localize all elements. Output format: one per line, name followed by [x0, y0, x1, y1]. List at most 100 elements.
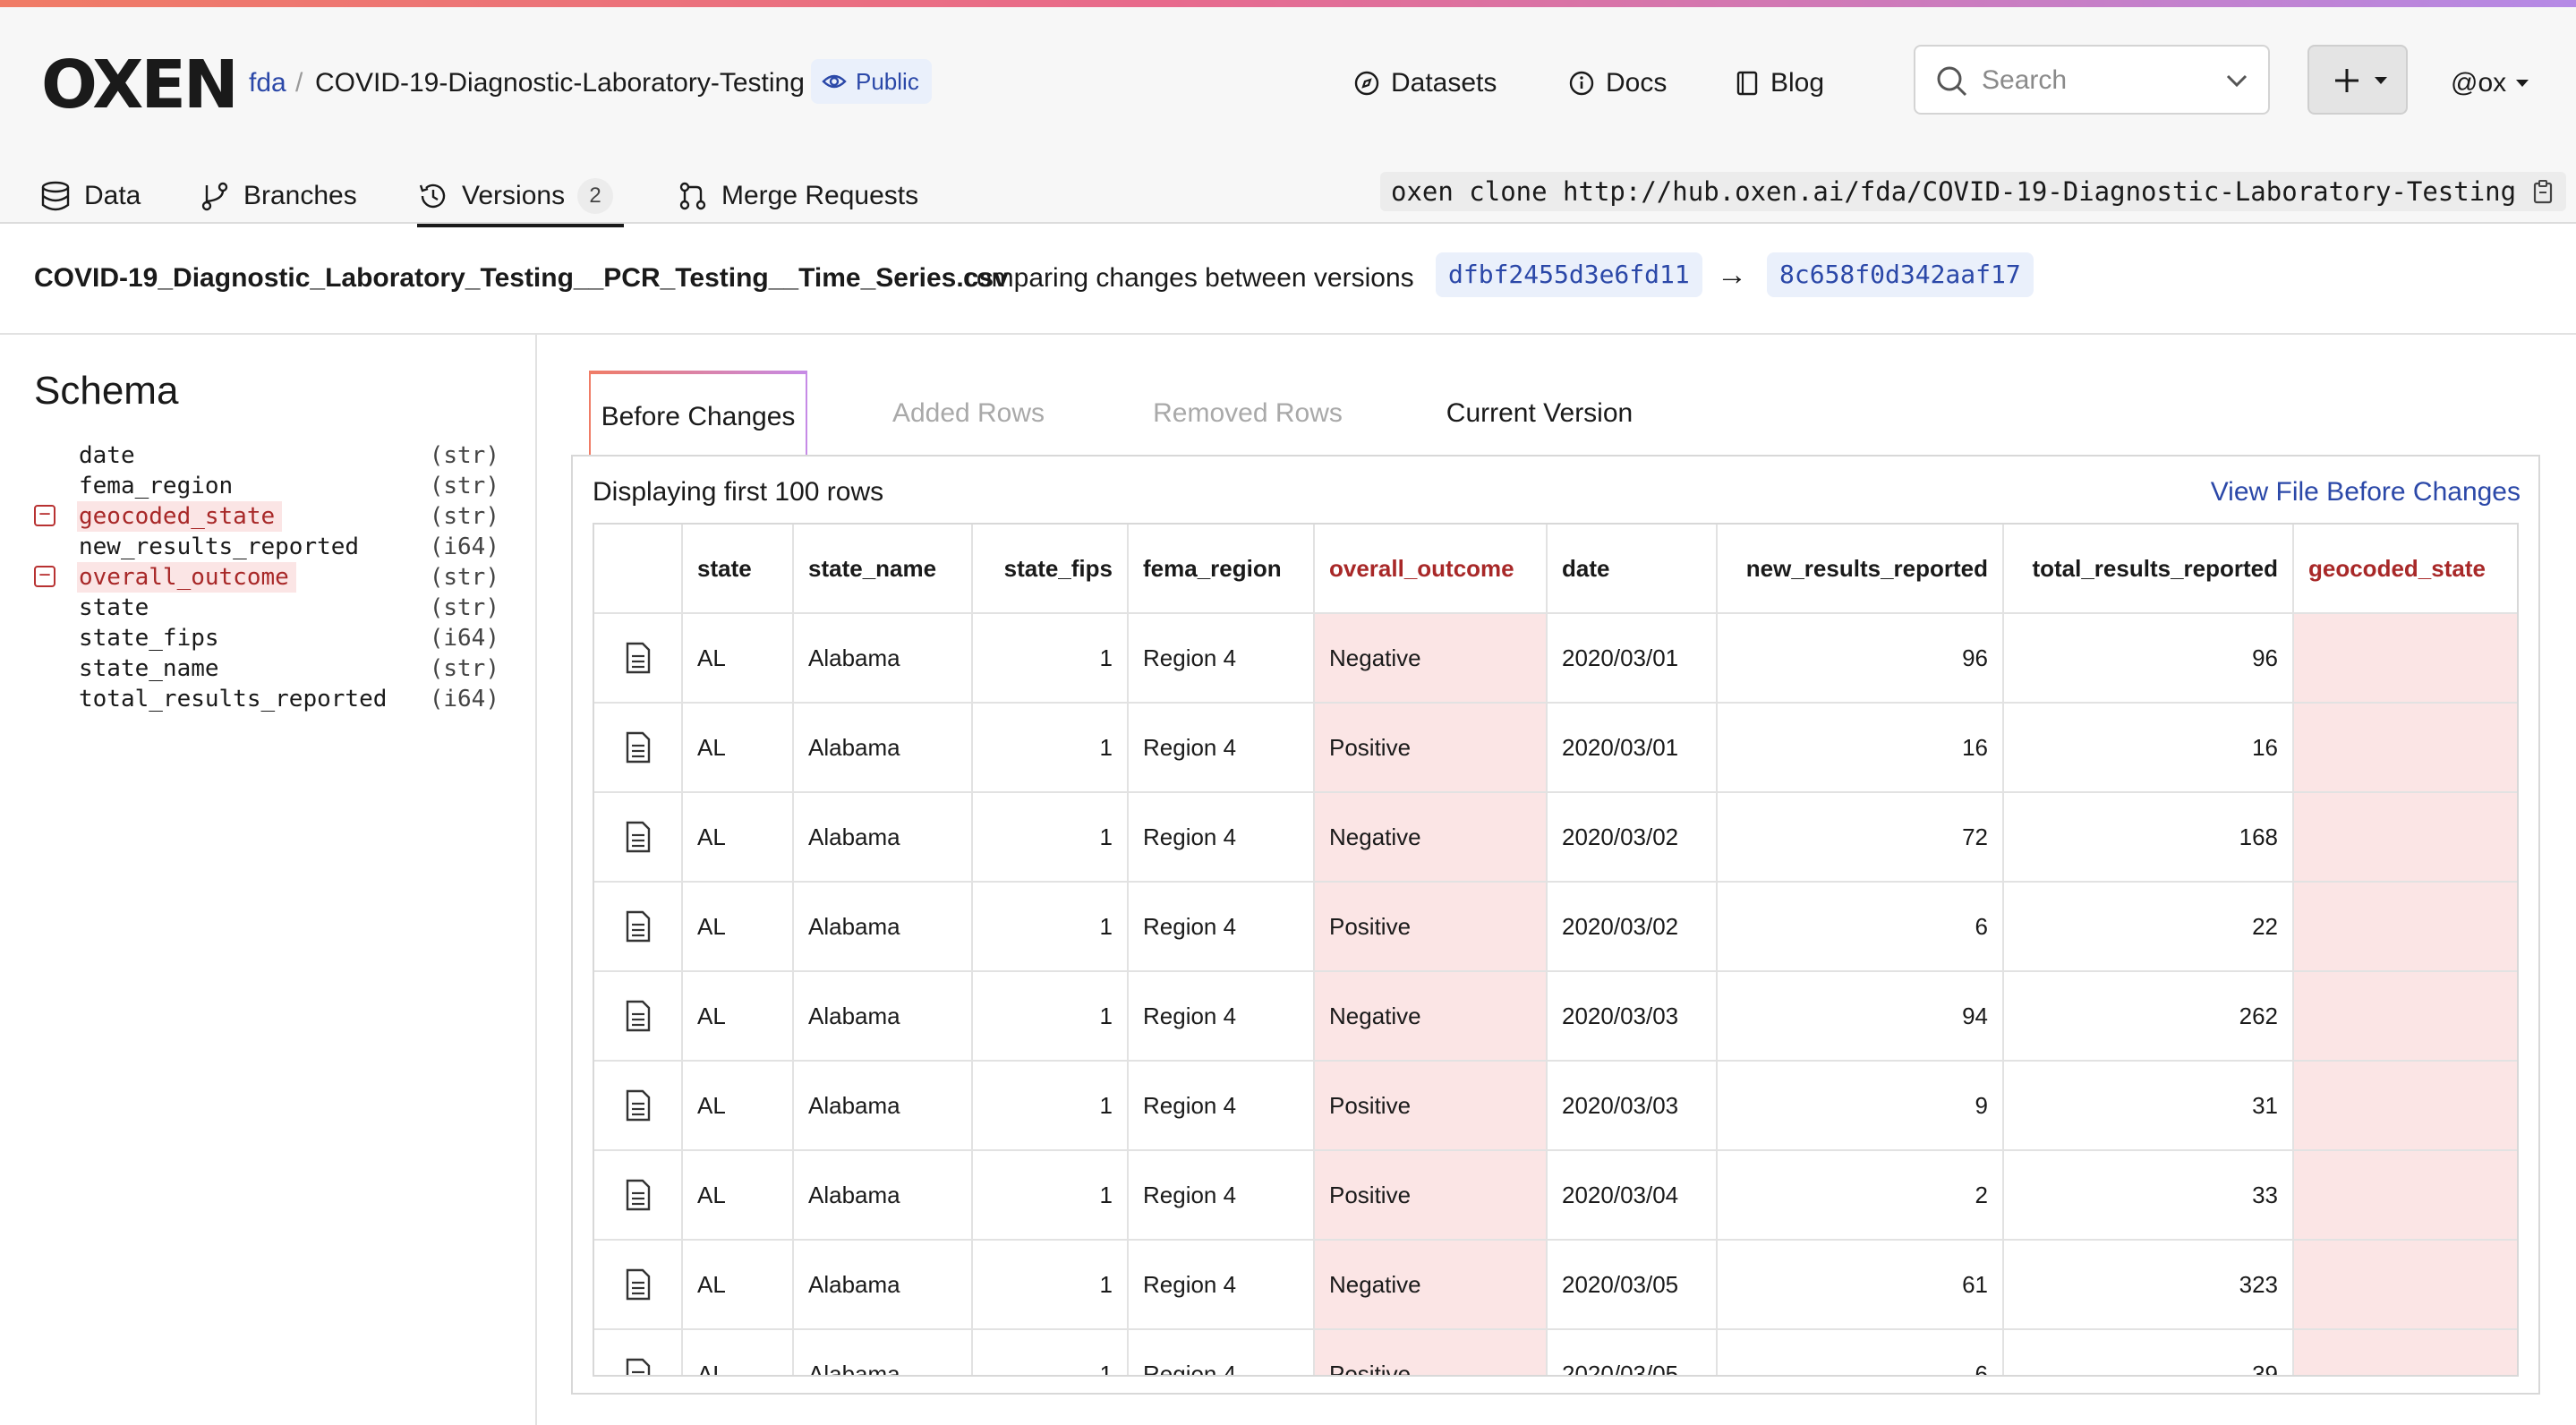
row-detail-cell[interactable] [594, 1061, 683, 1151]
table-row[interactable]: AL Alabama 1 Region 4 Positive 2020/03/05 6 39 [594, 1329, 2517, 1377]
table-cell: 1 [972, 613, 1129, 704]
document-icon[interactable] [625, 910, 652, 943]
nav-blog-label: Blog [1770, 68, 1825, 98]
table-row[interactable]: AL Alabama 1 Region 4 Negative 2020/03/01 96 96 [594, 613, 2517, 704]
table-cell: AL [682, 792, 794, 883]
view-file-before-link[interactable]: View File Before Changes [2211, 473, 2521, 512]
column-header: date [1547, 525, 1718, 614]
table-header-row: state state_name state_fips fema_region over… [594, 525, 2517, 614]
chevron-down-icon[interactable] [2225, 72, 2248, 90]
document-icon[interactable] [625, 1179, 652, 1211]
table-row[interactable]: AL Alabama 1 Region 4 Positive 2020/03/01 16 16 [594, 703, 2517, 793]
table-row[interactable]: AL Alabama 1 Region 4 Negative 2020/03/05 61 32… [594, 1240, 2517, 1330]
create-new-button[interactable] [2307, 45, 2408, 115]
tab-removed-rows[interactable]: Removed Rows [1106, 371, 1389, 457]
table-cell: 2020/03/02 [1547, 792, 1718, 883]
document-icon[interactable] [625, 642, 652, 674]
row-detail-cell[interactable] [594, 1150, 683, 1241]
schema-field-name: new_results_reported [79, 533, 360, 560]
breadcrumb-repo[interactable]: COVID-19-Diagnostic-Laboratory-Testing [315, 64, 805, 102]
table-cell: Region 4 [1128, 1061, 1315, 1151]
schema-field-name: date [79, 442, 135, 469]
from-commit-link[interactable]: dfbf2455d3e6fd11 [1436, 252, 1702, 297]
schema-field-type: (i64) [429, 686, 499, 712]
column-header: overall_outcome [1314, 525, 1548, 614]
row-detail-cell[interactable] [594, 613, 683, 704]
tab-current-version[interactable]: Current Version [1405, 371, 1674, 457]
table-row[interactable]: AL Alabama 1 Region 4 Positive 2020/03/02 6 22 [594, 882, 2517, 972]
schema-field-type: (str) [429, 655, 499, 682]
document-icon[interactable] [625, 1268, 652, 1301]
table-panel: Displaying first 100 rows View File Befo… [571, 455, 2540, 1395]
row-detail-cell[interactable] [594, 703, 683, 793]
tab-added-rows[interactable]: Added Rows [849, 371, 1088, 457]
nav-datasets[interactable]: Datasets [1353, 64, 1497, 102]
tab-branches-label: Branches [243, 181, 357, 210]
arrow-right-icon: → [1717, 258, 1747, 292]
table-cell: Alabama [793, 1329, 973, 1375]
database-icon [41, 181, 70, 211]
tab-data[interactable]: Data [39, 168, 141, 224]
info-icon [1569, 71, 1594, 96]
search-box[interactable] [1914, 45, 2270, 115]
table-cell: 33 [2003, 1150, 2294, 1241]
document-icon[interactable] [625, 731, 652, 764]
table-row[interactable]: AL Alabama 1 Region 4 Positive 2020/03/03 9 31 [594, 1061, 2517, 1151]
row-detail-cell[interactable] [594, 1240, 683, 1330]
user-menu[interactable]: @ox [2451, 64, 2529, 102]
column-header: state [682, 525, 794, 614]
table-cell [2293, 1061, 2517, 1151]
schema-field-name: geocoded_state [77, 501, 283, 532]
table-cell: Negative [1314, 1240, 1548, 1330]
document-icon[interactable] [625, 1000, 652, 1032]
nav-blog[interactable]: Blog [1735, 64, 1824, 102]
clone-command[interactable]: oxen clone http://hub.oxen.ai/fda/COVID-… [1380, 172, 2567, 211]
document-icon[interactable] [625, 1089, 652, 1122]
schema-field: state_fips (i64) [34, 623, 499, 653]
nav-docs[interactable]: Docs [1568, 64, 1667, 102]
table-row[interactable]: AL Alabama 1 Region 4 Negative 2020/03/02 72 16… [594, 792, 2517, 883]
clipboard-icon[interactable] [2532, 179, 2554, 204]
row-detail-cell[interactable] [594, 792, 683, 883]
tab-before-changes[interactable]: Before Changes [589, 371, 807, 457]
table-cell: 72 [1717, 792, 2004, 883]
table-row[interactable]: AL Alabama 1 Region 4 Negative 2020/03/03 94 26… [594, 971, 2517, 1062]
table-cell: Positive [1314, 1061, 1548, 1151]
tab-merge-requests[interactable]: Merge Requests [677, 168, 918, 224]
tab-branches[interactable]: Branches [199, 168, 357, 224]
table-cell: 1 [972, 1061, 1129, 1151]
table-cell: 2020/03/05 [1547, 1240, 1718, 1330]
table-cell: Region 4 [1128, 882, 1315, 972]
tab-versions[interactable]: Versions 2 [417, 168, 625, 227]
table-cell: 16 [2003, 703, 2294, 793]
nav-docs-label: Docs [1606, 68, 1668, 98]
table-cell: AL [682, 1061, 794, 1151]
schema-field: fema_region (str) [34, 471, 499, 501]
row-detail-cell[interactable] [594, 882, 683, 972]
document-icon[interactable] [625, 1358, 652, 1377]
breadcrumb-owner[interactable]: fda [249, 64, 286, 102]
compare-bar: COVID-19_Diagnostic_Laboratory_Testing__… [0, 224, 2576, 335]
schema-field-name: overall_outcome [77, 562, 296, 593]
table-cell: Alabama [793, 613, 973, 704]
document-icon[interactable] [625, 821, 652, 853]
caret-down-icon [2375, 77, 2387, 84]
table-cell: 6 [1717, 1329, 2004, 1375]
table-cell: 1 [972, 1240, 1129, 1330]
row-detail-cell[interactable] [594, 971, 683, 1062]
table-cell: 6 [1717, 882, 2004, 972]
row-detail-cell[interactable] [594, 1329, 683, 1377]
table-row[interactable]: AL Alabama 1 Region 4 Positive 2020/03/04 2 33 [594, 1150, 2517, 1241]
search-input[interactable] [1980, 61, 2225, 100]
table-cell: 96 [1717, 613, 2004, 704]
visibility-badge: Public [811, 59, 932, 104]
table-cell: Region 4 [1128, 792, 1315, 883]
table-cell: 2020/03/05 [1547, 1329, 1718, 1375]
compass-icon [1354, 71, 1379, 96]
oxen-logo[interactable]: OXEN [41, 47, 239, 124]
table-cell: 1 [972, 882, 1129, 972]
schema-field-type: (str) [429, 564, 499, 591]
table-cell: Negative [1314, 613, 1548, 704]
data-table-scroll[interactable]: state state_name state_fips fema_region over… [593, 523, 2519, 1377]
to-commit-link[interactable]: 8c658f0d342aaf17 [1767, 252, 2034, 297]
